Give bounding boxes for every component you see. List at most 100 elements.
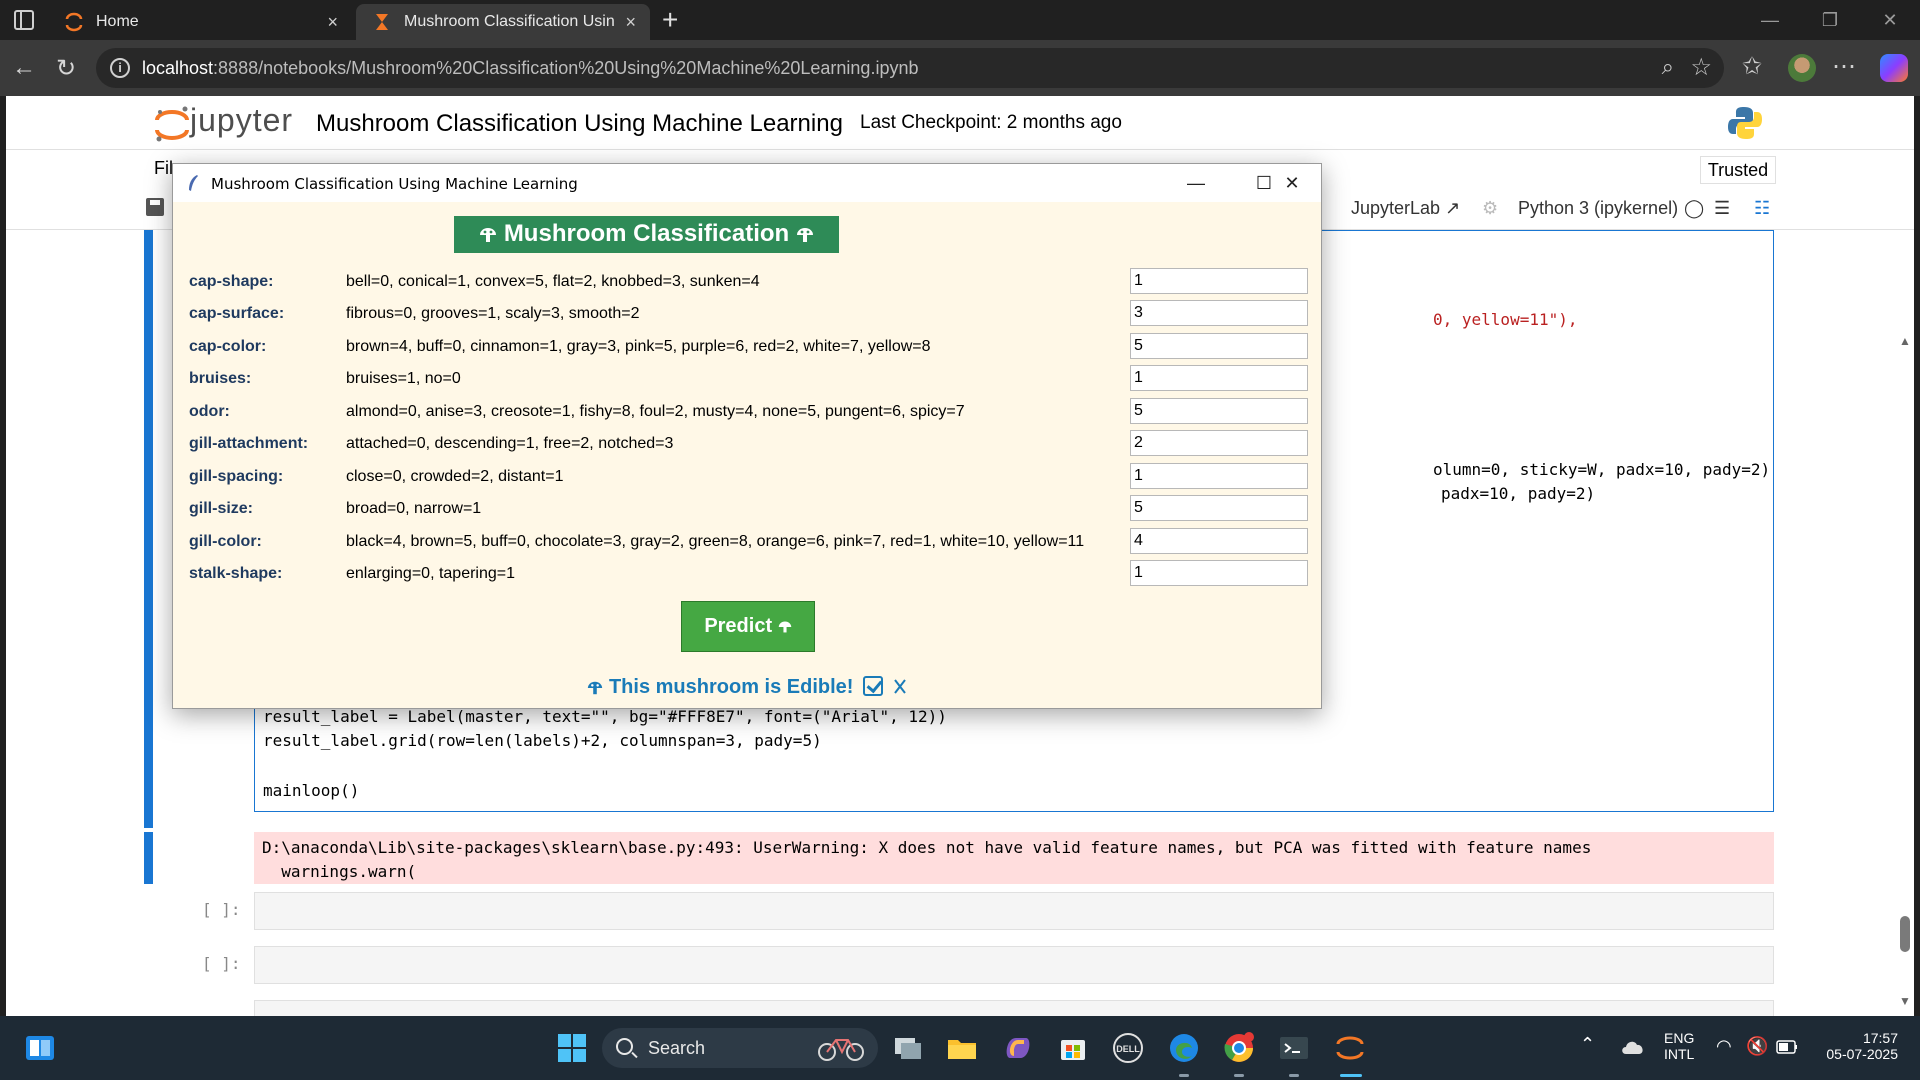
- running-indicator: [1289, 1074, 1299, 1077]
- field-label: bruises:: [189, 370, 252, 387]
- output-selection-bar: [144, 832, 153, 884]
- info-icon[interactable]: i: [110, 58, 130, 78]
- field-description: attached=0, descending=1, free=2, notche…: [346, 435, 674, 452]
- close-icon[interactable]: ×: [327, 12, 338, 33]
- save-icon[interactable]: [146, 198, 164, 216]
- python-logo-icon: [1728, 107, 1762, 139]
- predict-button[interactable]: Predict: [681, 601, 815, 652]
- new-tab-button[interactable]: +: [662, 4, 678, 36]
- back-icon[interactable]: ←: [12, 54, 36, 82]
- language-indicator[interactable]: ENG INTL: [1664, 1030, 1694, 1062]
- scroll-up-icon[interactable]: ▲: [1899, 334, 1911, 348]
- clock[interactable]: 17:57 05-07-2025: [1818, 1030, 1898, 1062]
- gill-color-input[interactable]: [1130, 528, 1308, 554]
- widgets-icon[interactable]: [24, 1032, 56, 1064]
- minimize-icon[interactable]: —: [1740, 0, 1800, 40]
- windows-taskbar: Search DELL ⌃ ENG INTL ◠ 🔇 17:57 05-07-202…: [0, 1016, 1920, 1080]
- search-label: Search: [648, 1038, 706, 1058]
- field-label: cap-surface:: [189, 305, 285, 322]
- task-view-icon[interactable]: [892, 1032, 924, 1064]
- tab-actions-icon[interactable]: [14, 10, 34, 30]
- battery-icon[interactable]: [1776, 1040, 1798, 1054]
- odor-input[interactable]: [1130, 398, 1308, 424]
- microsoft-store-icon[interactable]: [1057, 1032, 1089, 1064]
- zoom-icon[interactable]: ⌕: [1662, 54, 1674, 80]
- cap-surface-input[interactable]: [1130, 300, 1308, 326]
- field-description: almond=0, anise=3, creosote=1, fishy=8, …: [346, 403, 965, 420]
- tab-home[interactable]: Home ×: [48, 4, 352, 40]
- field-label: odor:: [189, 403, 230, 420]
- cap-shape-input[interactable]: [1130, 268, 1308, 294]
- notebook-title[interactable]: Mushroom Classification Using Machine Le…: [316, 110, 843, 138]
- bicycle-icon: [818, 1039, 864, 1061]
- trusted-badge[interactable]: Trusted: [1700, 156, 1776, 184]
- copilot-icon[interactable]: [1880, 54, 1908, 82]
- field-label: gill-attachment:: [189, 435, 309, 452]
- scroll-down-icon[interactable]: ▼: [1899, 994, 1911, 1008]
- close-window-icon[interactable]: ✕: [1860, 0, 1920, 40]
- scroll-thumb[interactable]: [1900, 916, 1910, 952]
- field-description: enlarging=0, tapering=1: [346, 565, 516, 582]
- jupyter-app-icon[interactable]: [1334, 1032, 1366, 1064]
- close-icon[interactable]: ✕: [1263, 168, 1321, 198]
- profile-avatar[interactable]: [1788, 54, 1816, 82]
- file-explorer-icon[interactable]: [946, 1032, 978, 1064]
- menu-file[interactable]: Fil: [154, 158, 173, 179]
- empty-code-cell[interactable]: [254, 1000, 1774, 1016]
- onedrive-cloud-icon[interactable]: [1620, 1038, 1646, 1056]
- property-inspector-icon[interactable]: ☷: [1754, 198, 1770, 219]
- more-menu-icon[interactable]: ⋯: [1832, 52, 1856, 81]
- jupyter-logo-icon[interactable]: [152, 104, 192, 144]
- bruises-input[interactable]: [1130, 365, 1308, 391]
- chrome-icon[interactable]: [1223, 1032, 1255, 1064]
- tab-notebook[interactable]: Mushroom Classification Using Machine Le…: [356, 4, 650, 40]
- minimize-icon[interactable]: —: [1167, 168, 1225, 198]
- jupyter-header: jupyter Mushroom Classification Using Ma…: [6, 96, 1914, 150]
- toc-icon[interactable]: ☰: [1714, 198, 1730, 219]
- stalk-shape-input[interactable]: [1130, 560, 1308, 586]
- field-label: cap-shape:: [189, 273, 274, 290]
- field-description: bruises=1, no=0: [346, 370, 461, 387]
- gill-size-input[interactable]: [1130, 495, 1308, 521]
- close-icon[interactable]: ×: [625, 12, 636, 33]
- terminal-icon[interactable]: [1278, 1032, 1310, 1064]
- volume-muted-icon[interactable]: 🔇: [1746, 1036, 1768, 1057]
- field-description: fibrous=0, grooves=1, scaly=3, smooth=2: [346, 305, 640, 322]
- field-label: gill-color:: [189, 533, 262, 550]
- kernel-name[interactable]: Python 3 (ipykernel): [1518, 198, 1678, 219]
- empty-code-cell[interactable]: [254, 892, 1774, 930]
- field-description: bell=0, conical=1, convex=5, flat=2, kno…: [346, 273, 760, 290]
- url-text[interactable]: localhost:8888/notebooks/Mushroom%20Clas…: [142, 58, 918, 79]
- edge-browser-icon[interactable]: [1168, 1032, 1200, 1064]
- restore-icon[interactable]: ❐: [1800, 0, 1860, 40]
- tab-label: Mushroom Classification Using Machine Le…: [404, 13, 614, 30]
- result-label: This mushroom is Edible!: [173, 676, 1321, 699]
- field-label: stalk-shape:: [189, 565, 283, 582]
- hourglass-icon: [376, 14, 388, 30]
- wifi-icon[interactable]: ◠: [1716, 1036, 1732, 1057]
- dialog-titlebar[interactable]: Mushroom Classification Using Machine Le…: [173, 164, 1321, 202]
- dell-icon[interactable]: DELL: [1112, 1032, 1144, 1064]
- code-line: result_label.grid(row=len(labels)+2, col…: [263, 731, 822, 750]
- tk-dialog-window: Mushroom Classification Using Machine Le…: [172, 163, 1322, 709]
- refresh-icon[interactable]: ↻: [56, 54, 76, 83]
- chevron-up-icon[interactable]: ⌃: [1580, 1034, 1595, 1055]
- taskbar-search[interactable]: Search: [602, 1028, 878, 1068]
- empty-code-cell[interactable]: [254, 946, 1774, 984]
- page-scrollbar[interactable]: ▲ ▼: [1896, 230, 1914, 1016]
- favorites-icon[interactable]: ✩: [1742, 52, 1762, 81]
- copilot-app-icon[interactable]: [1002, 1032, 1034, 1064]
- cap-color-input[interactable]: [1130, 333, 1308, 359]
- dialog-title: Mushroom Classification Using Machine Le…: [211, 175, 578, 193]
- gill-spacing-input[interactable]: [1130, 463, 1308, 489]
- tab-label: Home: [96, 13, 139, 30]
- checkpoint-status: Last Checkpoint: 2 months ago: [860, 112, 1122, 133]
- windows-start-icon[interactable]: [556, 1032, 588, 1064]
- favorite-star-icon[interactable]: ☆: [1690, 53, 1712, 82]
- gill-attachment-input[interactable]: [1130, 430, 1308, 456]
- jupyterlab-link[interactable]: JupyterLab ↗: [1351, 198, 1460, 219]
- mushroom-icon: [588, 681, 603, 694]
- mushroom-icon: [480, 227, 497, 242]
- address-bar[interactable]: i localhost:8888/notebooks/Mushroom%20Cl…: [96, 48, 1724, 88]
- settings-gear-icon[interactable]: ⚙: [1482, 198, 1498, 219]
